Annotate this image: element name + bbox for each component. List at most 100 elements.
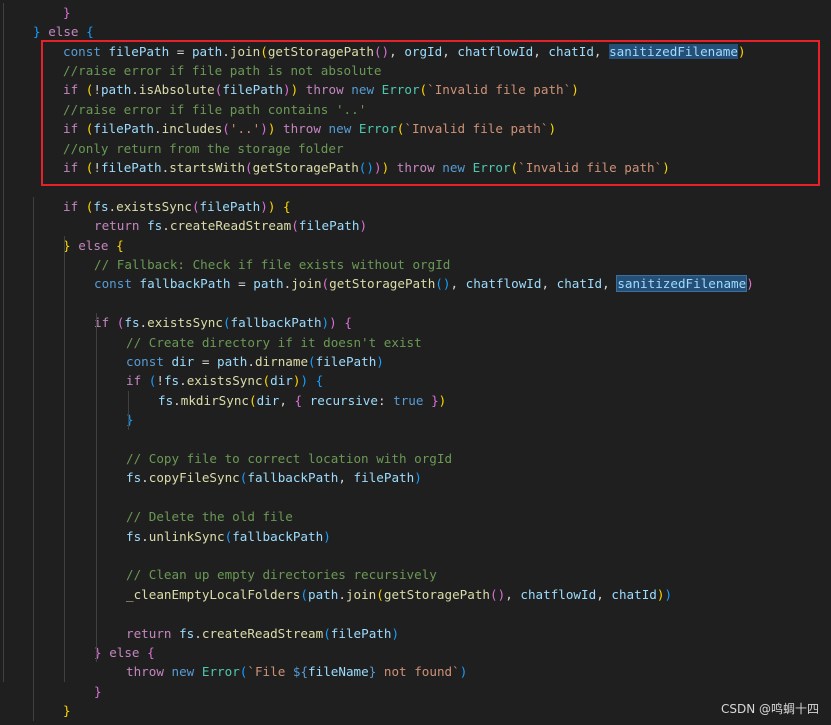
code-token: const (94, 276, 132, 292)
code-token: ( (291, 218, 299, 234)
code-token: new (351, 82, 375, 98)
code-line: _cleanEmptyLocalFolders(path.join(getSto… (126, 585, 672, 604)
code-token: return (126, 625, 172, 641)
code-line: // Fallback: Check if file exists withou… (94, 255, 450, 274)
code-token: ( (249, 392, 257, 408)
code-token: ) (571, 82, 579, 98)
code-token: //raise error if file path is not absolu… (63, 63, 382, 78)
code-line: if (!filePath.startsWith(getStoragePath(… (63, 158, 670, 177)
code-token: ) (662, 160, 670, 175)
code-token: if (63, 121, 79, 137)
code-token: , (602, 276, 618, 292)
code-token: . (139, 315, 148, 331)
code-token: fs (163, 373, 180, 389)
code-token: = (169, 43, 192, 59)
code-token: , (450, 276, 466, 292)
code-token: path (307, 586, 339, 602)
code-token: existsSync (147, 315, 223, 331)
code-token: dir (270, 373, 293, 389)
code-token: ) (459, 664, 468, 680)
code-token: . (131, 82, 139, 98)
code-token: join (345, 586, 377, 602)
code-token: ( (321, 276, 330, 292)
code-token: ) (414, 470, 422, 486)
code-token: () (435, 276, 451, 292)
code-token: chatflowId (465, 276, 542, 292)
code-token: . (194, 625, 202, 641)
code-token: const (126, 354, 164, 369)
code-token: if (63, 198, 79, 214)
code-token: , (442, 43, 458, 59)
code-token: ( (376, 586, 384, 602)
code-token: path (191, 43, 223, 59)
code-line: if (fs.existsSync(fallbackPath)) { (94, 313, 352, 332)
code-token: sanitizedFilename (609, 43, 738, 59)
code-token: sanitizedFilename (616, 275, 748, 293)
code-token: , (593, 43, 610, 59)
code-token: Error (201, 664, 240, 680)
code-token: ) (329, 315, 337, 331)
code-token: chatId (548, 43, 594, 59)
code-line: } (94, 682, 102, 701)
code-token: ) (260, 121, 268, 137)
code-token: `Invalid file path` (404, 121, 549, 137)
code-token: ( (222, 315, 231, 331)
code-token: else (48, 24, 79, 40)
watermark: CSDN @鸣蜩十四 (720, 702, 819, 716)
code-token: ) (391, 625, 400, 641)
code-line: return fs.createReadStream(filePath) (126, 624, 399, 643)
code-token: dir (171, 354, 195, 369)
code-token: filePath (298, 218, 360, 234)
indent-guide (128, 390, 129, 430)
code-line: } else { (33, 22, 94, 41)
code-token: path (100, 82, 132, 98)
code-token: . (222, 43, 230, 59)
code-line: } (63, 3, 71, 22)
code-token: } (33, 24, 41, 40)
code-token: . (141, 528, 149, 544)
code-token: ) (323, 528, 331, 544)
code-token: ! (93, 160, 101, 175)
code-token: fs (126, 470, 142, 486)
code-token: ( (300, 586, 308, 602)
code-token: . (108, 198, 117, 214)
code-line: fs.mkdirSync(dir, { recursive: true }) (158, 391, 446, 410)
code-line: } else { (94, 643, 155, 662)
code-token: fallbackPath (232, 528, 324, 544)
code-token: { (344, 315, 352, 331)
code-token: path (253, 276, 284, 292)
code-token: filePath (199, 198, 261, 214)
code-token: Error (381, 82, 420, 98)
code-token: throw (305, 82, 344, 98)
code-token: mkdirSync (180, 392, 250, 408)
code-token: ) (376, 354, 384, 369)
code-token: ${ (292, 664, 309, 680)
code-editor[interactable]: }} else {const filePath = path.join(getS… (0, 0, 831, 725)
code-token: ( (419, 82, 428, 98)
code-token: ) (746, 276, 754, 292)
code-token: // Delete the old file (126, 509, 293, 525)
code-line: if (!path.isAbsolute(filePath)) throw ne… (63, 80, 579, 99)
code-token: const (63, 43, 101, 59)
code-line: //raise error if file path contains '..' (63, 100, 366, 119)
code-token: new (171, 664, 195, 680)
code-token: ) (548, 121, 557, 137)
code-token: ) (282, 82, 291, 98)
code-token: , (533, 43, 549, 59)
indent-guide (3, 2, 4, 682)
code-token: ) (438, 392, 447, 408)
code-token: ( (245, 160, 253, 175)
code-token: () (358, 160, 374, 175)
